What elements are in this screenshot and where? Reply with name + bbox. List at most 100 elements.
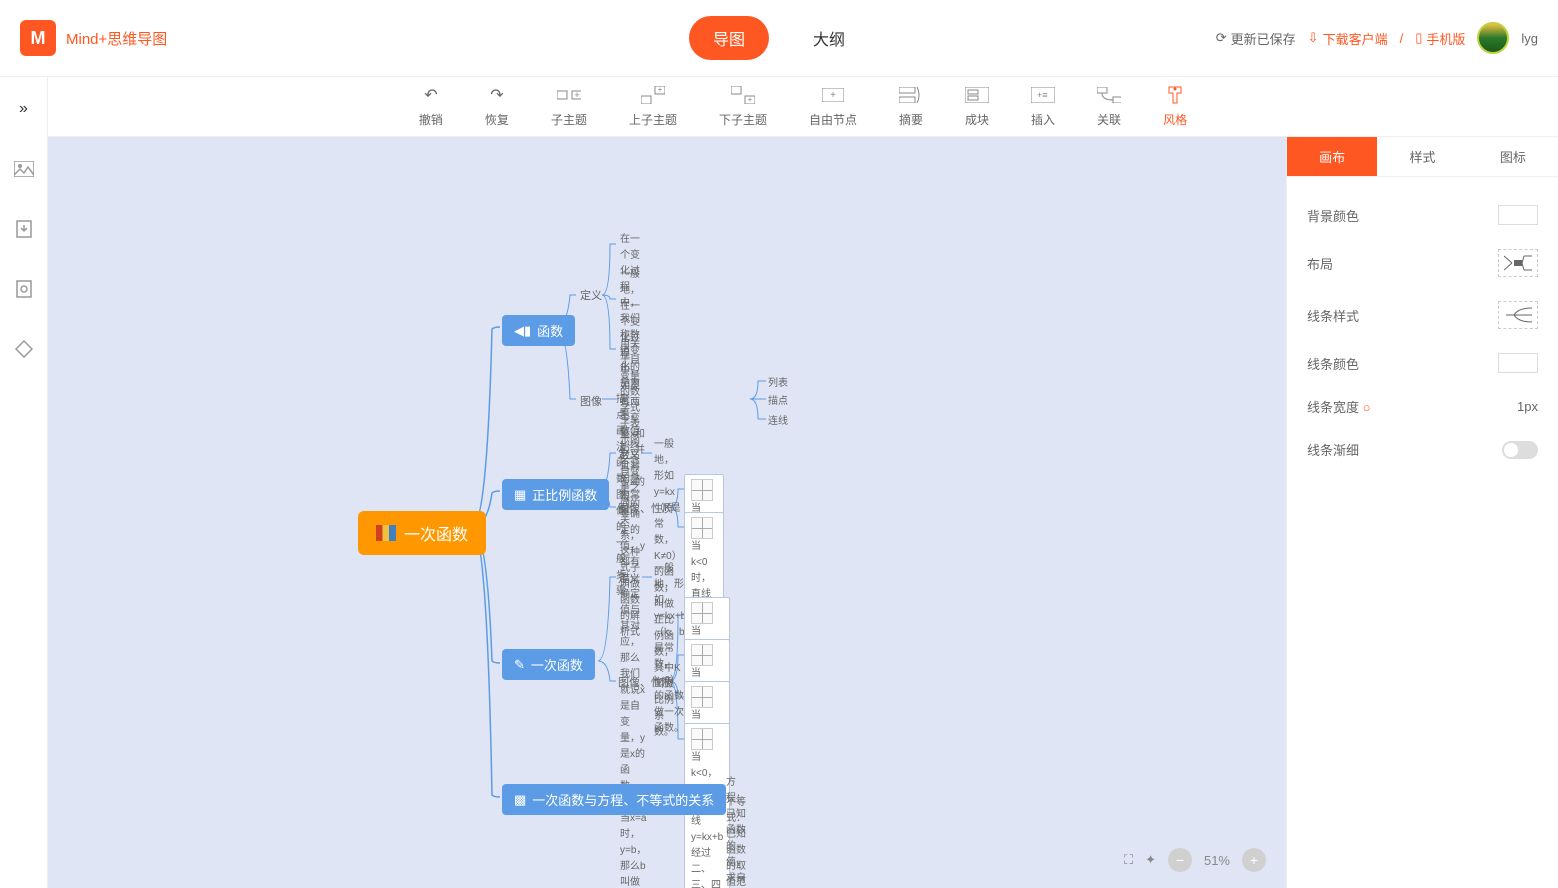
bg-color-row: 背景颜色: [1307, 193, 1538, 237]
app-logo[interactable]: M: [20, 20, 56, 56]
panel-body: 背景颜色 布局 线条样式 线条颜色 线条宽度 ○ 1px 线条渐细: [1287, 177, 1558, 487]
tab-icon[interactable]: 图标: [1468, 137, 1558, 177]
bg-color-swatch[interactable]: [1498, 205, 1538, 225]
undo-button[interactable]: ↶撤销: [419, 85, 443, 128]
style-button[interactable]: 风格: [1163, 85, 1187, 128]
svg-text:+: +: [830, 90, 836, 101]
divider: /: [1400, 31, 1404, 46]
tab-style[interactable]: 样式: [1377, 137, 1467, 177]
line-color-row: 线条颜色: [1307, 341, 1538, 385]
save-status: ⟳ 更新已保存: [1216, 29, 1296, 48]
mobile-icon: ▯: [1415, 30, 1422, 46]
download-text: 下载客户端: [1323, 29, 1388, 48]
b2-def-label[interactable]: 定义: [618, 446, 640, 462]
relation-button[interactable]: 关联: [1097, 85, 1121, 128]
center-icon[interactable]: ✦: [1145, 852, 1156, 868]
app-title: Mind+思维导图: [66, 28, 167, 49]
line-color-label: 线条颜色: [1307, 354, 1359, 373]
zoom-in-button[interactable]: +: [1242, 848, 1266, 872]
b3-props-label[interactable]: 图像、性质: [618, 674, 673, 690]
line-color-swatch[interactable]: [1498, 353, 1538, 373]
b1-def-label[interactable]: 定义: [580, 287, 602, 303]
line-width-label: 线条宽度 ○: [1307, 397, 1371, 416]
logo-area: M Mind+思维导图: [20, 20, 167, 56]
fullscreen-icon[interactable]: ⛶: [1124, 852, 1133, 868]
plot-icon: [691, 728, 713, 750]
avatar[interactable]: [1477, 22, 1509, 54]
line-width-row: 线条宽度 ○ 1px: [1307, 385, 1538, 428]
board-icon: ▩: [514, 792, 526, 808]
books-icon: [376, 525, 396, 541]
zoom-controls: ⛶ ✦ − 51% +: [1124, 848, 1266, 872]
canvas[interactable]: 一次函数 ◀▮ 函数 定义 在一个变化过程中，我们称数值变化的量为变量，数值始终…: [48, 137, 1286, 888]
tab-map[interactable]: 导图: [689, 16, 769, 60]
plot-icon: [691, 479, 713, 501]
b1-img-text[interactable]: 描点画法函数图像的一般步骤: [616, 392, 626, 600]
svg-text:+≡: +≡: [1037, 90, 1048, 100]
line-style-picker[interactable]: [1498, 301, 1538, 329]
pencil-icon: ✎: [514, 657, 525, 673]
export-icon[interactable]: [12, 217, 36, 241]
download-link[interactable]: ⇩ 下载客户端: [1308, 29, 1388, 48]
branch-linear[interactable]: ✎ 一次函数: [502, 649, 595, 680]
b4-ineq[interactable]: 不等式：已知函数的取值范围，求自变量的取值范围。: [726, 795, 746, 888]
slider-icon[interactable]: ○: [1363, 400, 1371, 415]
branch-function[interactable]: ◀▮ 函数: [502, 315, 575, 346]
calc-icon: ▦: [514, 487, 526, 503]
b2-props-label[interactable]: 图像、性质: [618, 500, 673, 516]
header-right: ⟳ 更新已保存 ⇩ 下载客户端 / ▯ 手机版 lyg: [1216, 22, 1538, 54]
image-icon[interactable]: [12, 157, 36, 181]
view-tabs: 导图 大纲: [689, 16, 869, 60]
branch-equation[interactable]: ▩ 一次函数与方程、不等式的关系: [502, 784, 726, 815]
username: lyg: [1521, 31, 1538, 46]
right-panel: 画布 样式 图标 背景颜色 布局 线条样式 线条颜色 线条宽度 ○ 1px 线条…: [1286, 137, 1558, 888]
diamond-icon[interactable]: [12, 337, 36, 361]
ruler-icon: ◀▮: [514, 323, 531, 339]
tab-outline[interactable]: 大纲: [789, 16, 869, 60]
download-icon: ⇩: [1308, 30, 1319, 46]
plot-icon: [691, 602, 713, 624]
clock-icon: ⟳: [1216, 30, 1227, 46]
toolbar: ↶撤销 ↷恢复 +子主题 +上子主题 +下子主题 +自由节点 摘要 成块 +≡插…: [48, 77, 1558, 137]
line-taper-toggle[interactable]: [1502, 441, 1538, 459]
branch-equation-label: 一次函数与方程、不等式的关系: [532, 790, 714, 809]
redo-button[interactable]: ↷恢复: [485, 85, 509, 128]
b3-def[interactable]: 一般地，形如y=kx+b（k、b是常数，k≠0）的函数做一次函数。: [654, 561, 686, 737]
line-style-label: 线条样式: [1307, 306, 1359, 325]
b1-list2[interactable]: 描点: [768, 392, 788, 407]
svg-text:+: +: [658, 86, 663, 94]
b1-list1[interactable]: 列表: [768, 374, 788, 389]
block-button[interactable]: 成块: [965, 85, 989, 128]
save-status-text: 更新已保存: [1231, 29, 1296, 48]
root-node[interactable]: 一次函数: [358, 511, 486, 555]
svg-text:+: +: [748, 95, 753, 104]
branch-function-label: 函数: [537, 321, 563, 340]
summary-button[interactable]: 摘要: [899, 85, 923, 128]
svg-text:+: +: [574, 90, 579, 100]
tab-canvas[interactable]: 画布: [1287, 137, 1377, 177]
down-subtopic-button[interactable]: +下子主题: [719, 85, 767, 128]
b1-list3[interactable]: 连线: [768, 412, 788, 427]
plot-icon: [691, 686, 713, 708]
branch-linear-label: 一次函数: [531, 655, 583, 674]
mobile-link[interactable]: ▯ 手机版: [1415, 29, 1465, 48]
up-subtopic-button[interactable]: +上子主题: [629, 85, 677, 128]
subtopic-button[interactable]: +子主题: [551, 85, 587, 128]
free-node-button[interactable]: +自由节点: [809, 85, 857, 128]
b3-def-label[interactable]: 定义: [618, 570, 640, 586]
zoom-out-button[interactable]: −: [1168, 848, 1192, 872]
panel-tabs: 画布 样式 图标: [1287, 137, 1558, 177]
link-icon[interactable]: [12, 277, 36, 301]
b1-img-label[interactable]: 图像: [580, 393, 602, 409]
branch-proportional[interactable]: ▦ 正比例函数: [502, 479, 609, 510]
line-width-value: 1px: [1517, 399, 1538, 414]
bg-color-label: 背景颜色: [1307, 206, 1359, 225]
line-taper-row: 线条渐细: [1307, 428, 1538, 471]
plot-icon: [691, 517, 713, 539]
plot-icon: [691, 644, 713, 666]
layout-picker[interactable]: [1498, 249, 1538, 277]
expand-icon[interactable]: »: [12, 97, 36, 121]
insert-button[interactable]: +≡插入: [1031, 85, 1055, 128]
layout-row: 布局: [1307, 237, 1538, 289]
mobile-text: 手机版: [1426, 29, 1465, 48]
